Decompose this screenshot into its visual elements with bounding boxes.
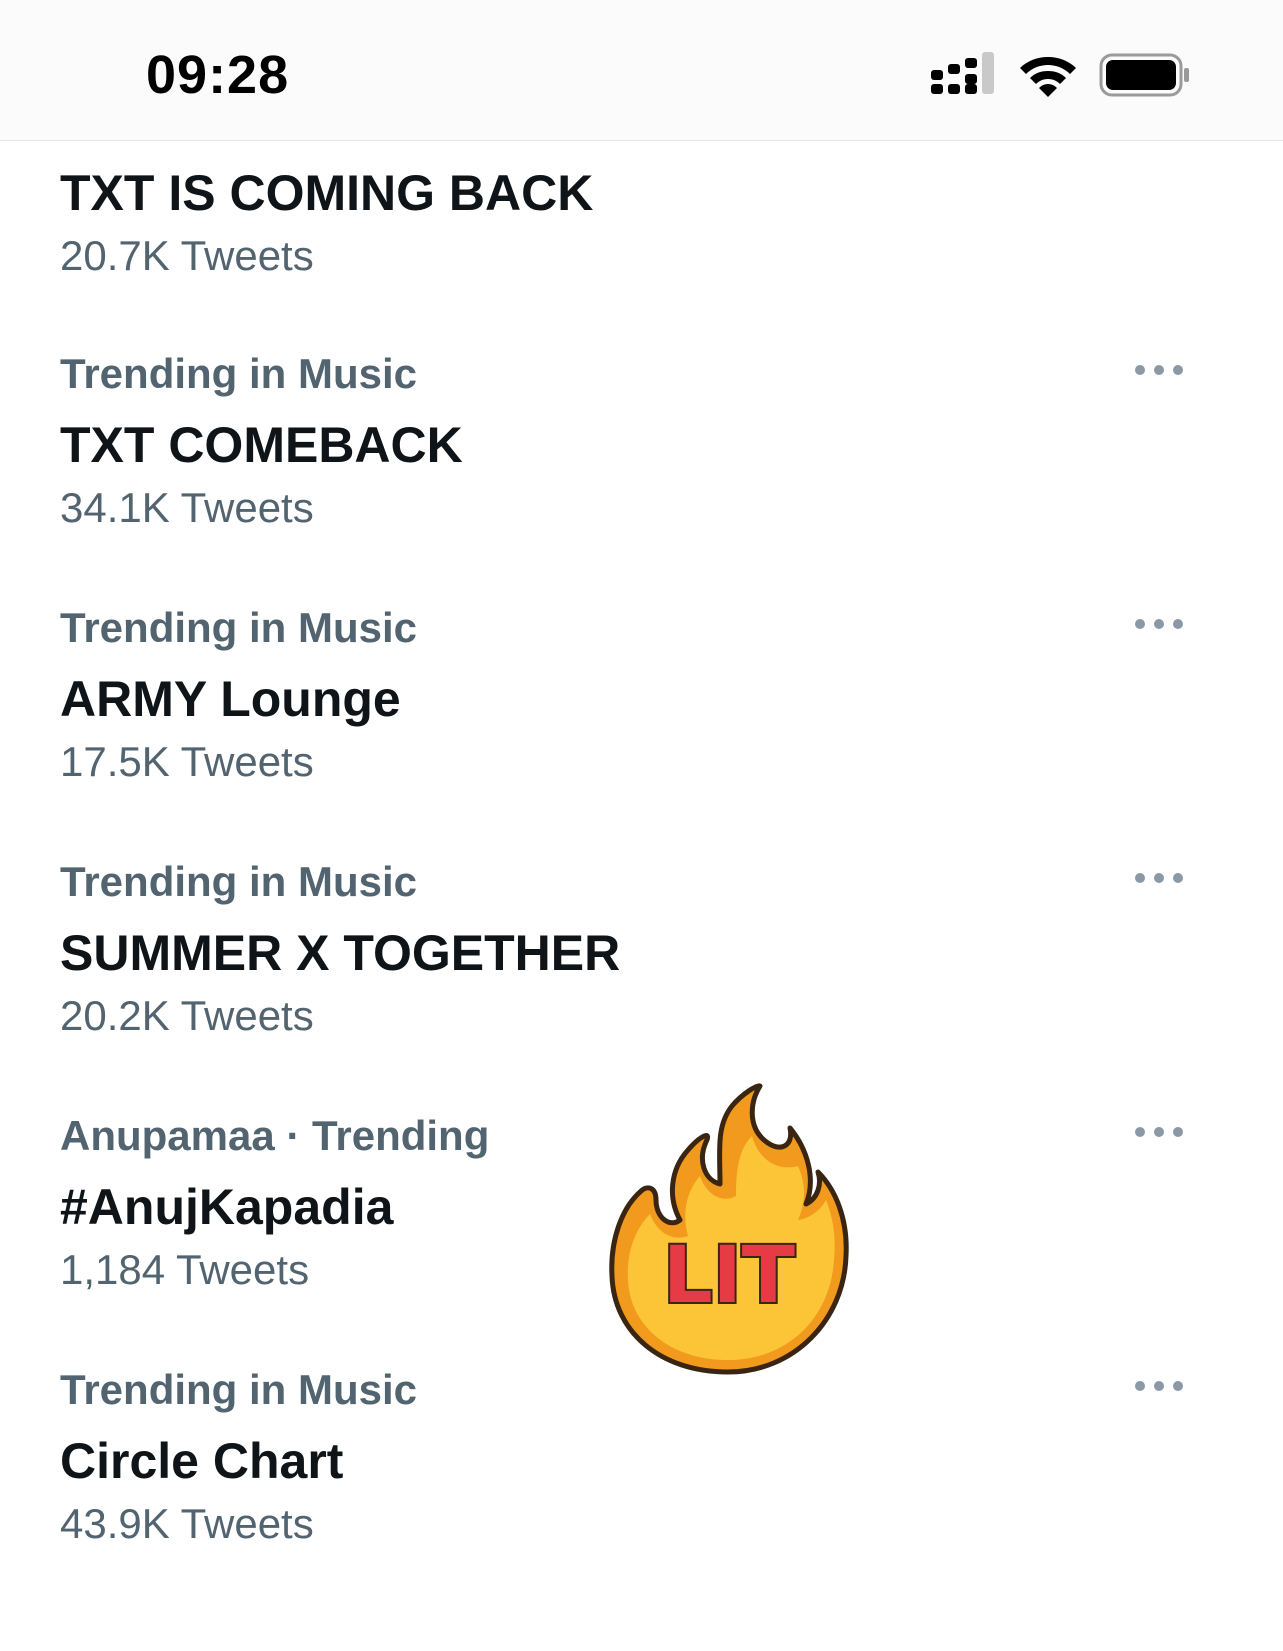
- trend-name: ARMY Lounge: [60, 671, 401, 727]
- trend-context: Trending in Music: [60, 858, 418, 905]
- more-options-button[interactable]: [1135, 866, 1183, 890]
- trend-context: Trending in Music: [60, 604, 418, 651]
- trend-item[interactable]: Trending in Music Circle Chart 43.9K Twe…: [0, 1366, 1283, 1616]
- more-dot: [1135, 365, 1145, 375]
- trend-tweet-count: 34.1K Tweets: [60, 484, 314, 531]
- more-dot: [1135, 1127, 1145, 1137]
- more-dot: [1173, 365, 1183, 375]
- trend-tweet-count: 1,184 Tweets: [60, 1246, 310, 1293]
- fire-lit-sticker: LIT: [609, 1083, 849, 1375]
- battery-icon: [1099, 53, 1189, 97]
- status-bar: 09:28: [0, 0, 1283, 141]
- status-icons: [931, 50, 1191, 100]
- more-options-button[interactable]: [1135, 612, 1183, 636]
- more-dot: [1154, 1381, 1164, 1391]
- trend-tweet-count: 20.2K Tweets: [60, 992, 314, 1039]
- trend-tweet-count: 20.7K Tweets: [60, 232, 314, 279]
- more-dot: [1154, 365, 1164, 375]
- more-dot: [1173, 1381, 1183, 1391]
- trend-tweet-count: 43.9K Tweets: [60, 1500, 314, 1547]
- trend-name: #AnujKapadia: [60, 1179, 394, 1235]
- more-options-button[interactable]: [1135, 358, 1183, 382]
- sticker-text: LIT: [663, 1231, 795, 1321]
- more-dot: [1135, 1381, 1145, 1391]
- status-time: 09:28: [146, 45, 290, 105]
- trend-context: Trending in Music: [60, 1366, 418, 1413]
- more-dot: [1173, 1127, 1183, 1137]
- trend-item[interactable]: Trending in Music ARMY Lounge 17.5K Twee…: [0, 604, 1283, 854]
- wifi-icon: [1020, 57, 1076, 97]
- trend-name: Circle Chart: [60, 1433, 344, 1489]
- more-options-button[interactable]: [1135, 1374, 1183, 1398]
- more-dot: [1135, 619, 1145, 629]
- trend-name: TXT IS COMING BACK: [60, 165, 594, 221]
- more-dot: [1173, 619, 1183, 629]
- trend-context: Anupamaa · Trending: [60, 1112, 490, 1159]
- more-dot: [1135, 873, 1145, 883]
- more-dot: [1154, 1127, 1164, 1137]
- trend-context: Trending in Music: [60, 350, 418, 397]
- more-options-button[interactable]: [1135, 1120, 1183, 1144]
- trend-item[interactable]: Trending in Music TXT COMEBACK 34.1K Twe…: [0, 350, 1283, 600]
- more-dot: [1154, 619, 1164, 629]
- trend-name: TXT COMEBACK: [60, 417, 463, 473]
- more-dot: [1154, 873, 1164, 883]
- trend-name: SUMMER X TOGETHER: [60, 925, 621, 981]
- trend-tweet-count: 17.5K Tweets: [60, 738, 314, 785]
- trend-item[interactable]: Trending in Music SUMMER X TOGETHER 20.2…: [0, 858, 1283, 1108]
- more-dot: [1173, 873, 1183, 883]
- cellular-signal-icon: [931, 52, 994, 94]
